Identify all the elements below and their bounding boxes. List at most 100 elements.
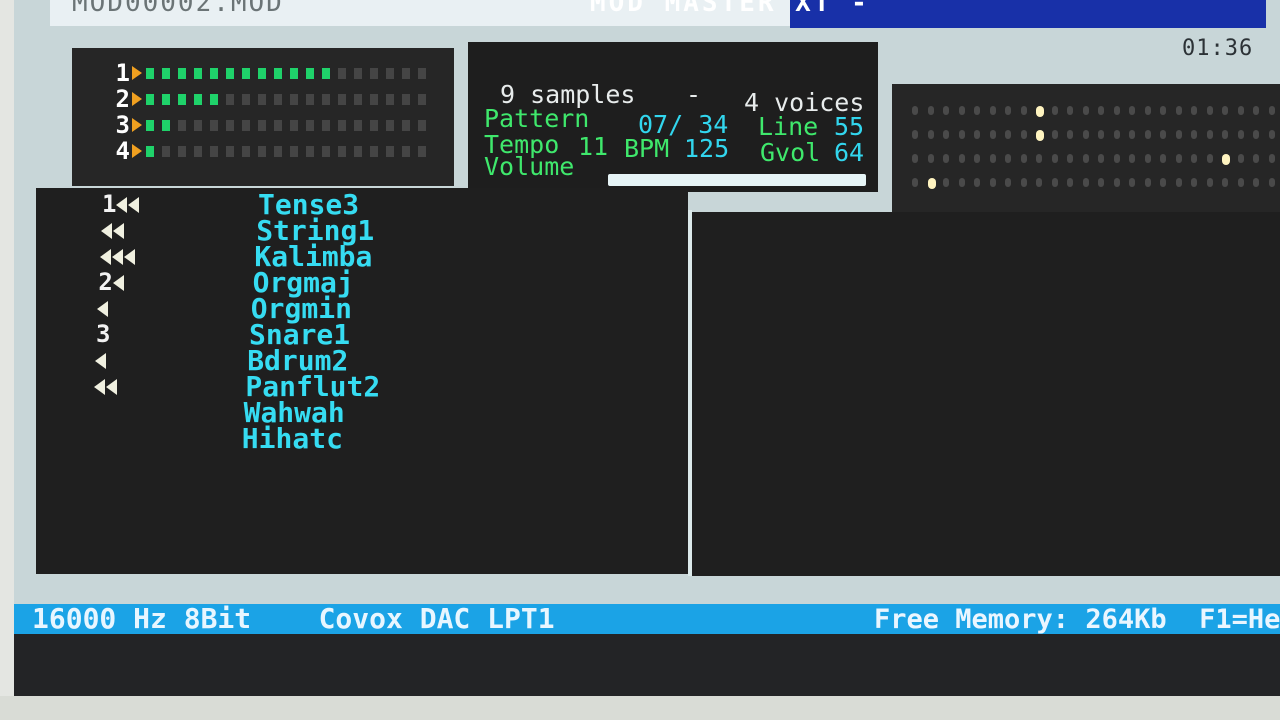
vu-segment — [306, 67, 314, 79]
position-dot — [912, 106, 918, 115]
vu-channel-4: 4 — [112, 137, 434, 165]
bpm-label: BPM — [624, 134, 670, 163]
vu-segment — [274, 119, 282, 131]
vu-segment — [386, 119, 394, 131]
vu-segment — [210, 145, 218, 157]
position-dot — [989, 178, 996, 187]
position-dot — [1005, 106, 1011, 115]
vu-segment — [370, 145, 378, 157]
vu-segment — [178, 93, 186, 105]
sample-channel-marker — [93, 372, 118, 400]
position-dot — [989, 106, 996, 115]
trigger-arrow-icon — [123, 249, 135, 265]
vu-segment — [418, 67, 426, 79]
play-arrow-icon — [132, 66, 142, 80]
play-arrow-icon — [132, 92, 142, 106]
position-dot — [1206, 154, 1213, 163]
sample-list-item[interactable]: 3 Snare1 — [36, 318, 688, 351]
vu-segment — [210, 93, 218, 105]
position-dot — [1082, 106, 1089, 115]
vu-segment — [290, 67, 298, 79]
position-dot — [958, 178, 965, 187]
vu-segment — [290, 145, 298, 157]
vu-segment — [274, 145, 282, 157]
position-dot — [974, 106, 980, 115]
position-dot — [1222, 106, 1228, 115]
sample-list-item[interactable]: Wahwah — [36, 396, 688, 429]
position-dot — [1020, 106, 1027, 115]
line-label: Line — [758, 112, 819, 141]
position-dot — [958, 106, 965, 115]
position-dot — [1129, 106, 1135, 115]
vu-segment — [194, 119, 202, 131]
position-dot — [943, 130, 949, 139]
sample-channel-number: 3 — [96, 320, 111, 348]
position-dot — [1175, 154, 1182, 163]
position-dot — [1082, 154, 1089, 163]
position-dot — [1067, 154, 1073, 163]
position-dot — [1020, 130, 1027, 139]
vu-segment — [162, 145, 170, 157]
sample-channel-number: 1 — [102, 190, 117, 218]
vu-segment — [178, 119, 186, 131]
position-dot — [1036, 178, 1042, 187]
vu-channel-3: 3 — [112, 111, 434, 139]
vu-segment — [258, 93, 266, 105]
position-dot — [1144, 106, 1151, 115]
position-dot — [1253, 154, 1259, 163]
position-dot — [1191, 106, 1197, 115]
sample-list-item[interactable]: Panflut2 — [36, 370, 688, 403]
tempo-value: 11 — [578, 132, 609, 161]
vu-segment — [306, 93, 314, 105]
position-dot — [1098, 154, 1104, 163]
sample-channel-marker: 2 — [98, 268, 124, 296]
position-dot — [1005, 178, 1011, 187]
sample-channel-marker: 1 — [102, 190, 140, 218]
pattern-view-panel — [692, 212, 1280, 576]
position-dot — [1067, 130, 1073, 139]
position-dot — [1020, 178, 1027, 187]
sample-list-item[interactable]: Hihatc — [36, 422, 688, 455]
vu-segment — [402, 119, 410, 131]
monitor-bezel-bottom — [0, 696, 1280, 720]
vu-segment — [258, 145, 266, 157]
vu-channel-number: 3 — [115, 111, 130, 139]
sample-name: Hihatc — [241, 422, 343, 455]
sample-list-item[interactable]: Kalimba — [36, 240, 688, 273]
vu-segment — [322, 119, 330, 131]
position-dot — [1206, 106, 1213, 115]
position-dot — [1268, 130, 1275, 139]
vu-segment — [386, 145, 394, 157]
vu-segment — [162, 93, 170, 105]
position-dot — [1113, 106, 1120, 115]
vu-segment — [210, 67, 218, 79]
vu-segment — [242, 67, 250, 79]
sample-channel-marker: 3 — [96, 320, 110, 348]
vu-segment — [226, 67, 234, 79]
play-time: 01:36 — [1182, 36, 1254, 61]
position-dot — [1175, 178, 1182, 187]
sample-list-item[interactable]: Orgmin — [36, 292, 688, 325]
sample-channel-number: 2 — [98, 268, 113, 296]
vu-segment — [370, 119, 378, 131]
sample-channel-marker — [94, 346, 107, 374]
play-arrow-icon — [132, 144, 142, 158]
vu-segment — [354, 67, 362, 79]
vu-segment — [210, 119, 218, 131]
vu-segment — [418, 145, 426, 157]
bpm-value: 125 — [684, 134, 730, 163]
position-dot — [1082, 130, 1089, 139]
position-dot — [1113, 178, 1120, 187]
vu-segment — [242, 145, 250, 157]
vu-segment — [322, 67, 330, 79]
vu-segment — [306, 145, 314, 157]
sample-list-item[interactable]: 2 Orgmaj — [36, 266, 688, 299]
volume-bar[interactable] — [608, 174, 866, 186]
pattern-label: Pattern — [484, 104, 590, 133]
vu-segment — [322, 93, 330, 105]
position-dot — [1191, 178, 1197, 187]
vu-meter-panel: 1234 — [72, 48, 454, 186]
vu-segment — [146, 67, 154, 79]
vu-channel-1: 1 — [112, 59, 434, 87]
vu-segment — [146, 145, 154, 157]
